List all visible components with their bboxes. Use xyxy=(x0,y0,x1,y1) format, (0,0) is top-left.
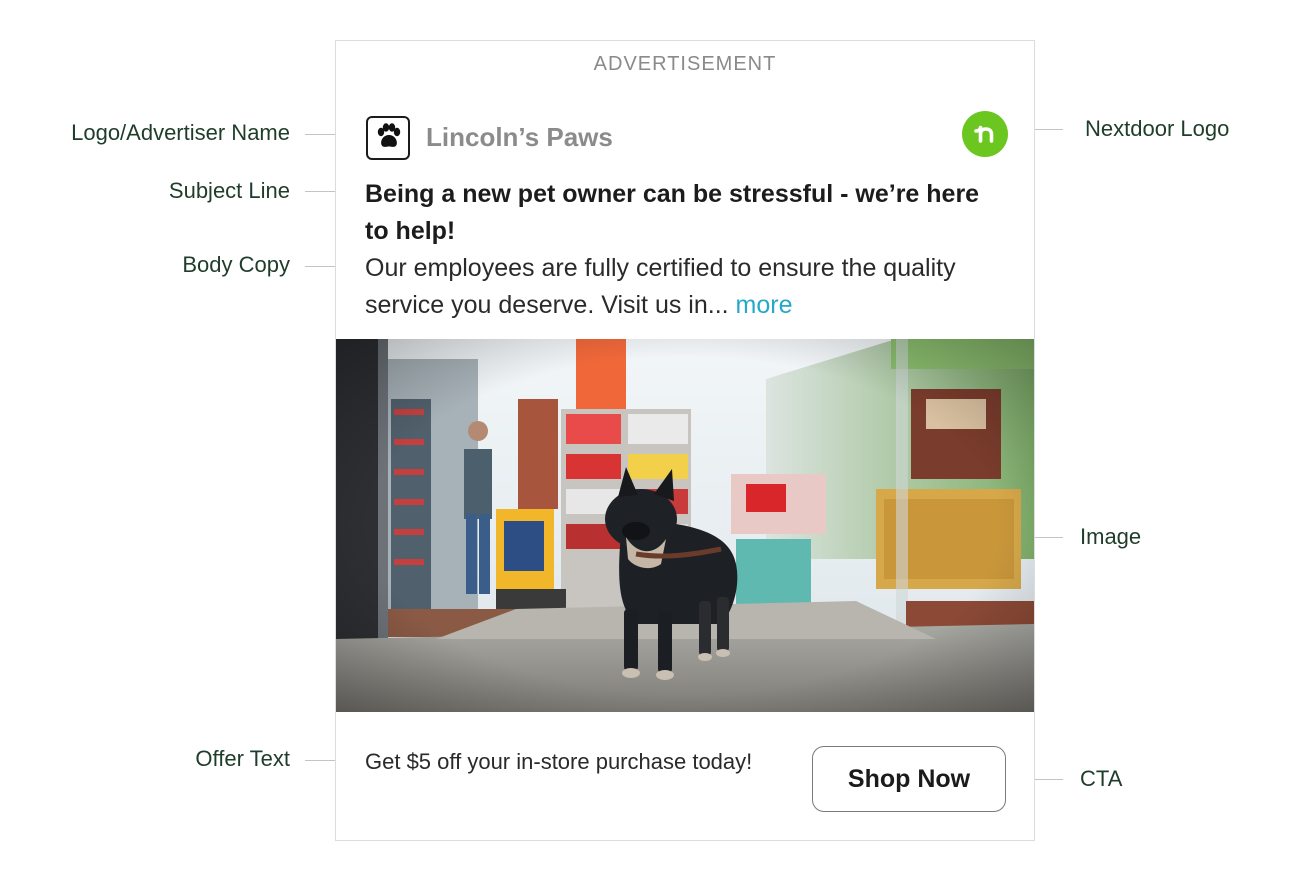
advertiser-name[interactable]: Lincoln’s Paws xyxy=(426,119,613,155)
annotation-body-copy: Body Copy xyxy=(182,252,290,277)
subject-line: Being a new pet owner can be stressful -… xyxy=(365,180,980,245)
advertiser-logo[interactable] xyxy=(366,116,410,160)
annotation-cta: CTA xyxy=(1080,766,1123,791)
annotation-image: Image xyxy=(1080,524,1142,549)
annotation-nextdoor-logo: Nextdoor Logo xyxy=(1085,116,1230,141)
more-link[interactable]: more xyxy=(736,291,793,319)
paw-icon xyxy=(373,121,403,156)
annotation-logo-advertiser-name: Logo/Advertiser Name xyxy=(71,120,290,145)
annotation-offer-text: Offer Text xyxy=(195,746,290,771)
body-copy-text: Our employees are fully certified to ens… xyxy=(365,254,956,319)
nextdoor-logo-icon xyxy=(962,111,1008,157)
body-copy: Our employees are fully certified to ens… xyxy=(365,250,1015,324)
offer-text: Get $5 off your in-store purchase today! xyxy=(365,749,753,774)
shop-now-button[interactable]: Shop Now xyxy=(812,746,1006,812)
ad-label: ADVERTISEMENT xyxy=(593,53,777,75)
pet-store-photo xyxy=(336,339,1034,712)
ad-card[interactable]: ADVERTISEMENT Lincoln’s Paws Being a new… xyxy=(335,40,1035,841)
ad-image[interactable] xyxy=(336,339,1034,712)
annotation-subject-line: Subject Line xyxy=(168,178,290,203)
